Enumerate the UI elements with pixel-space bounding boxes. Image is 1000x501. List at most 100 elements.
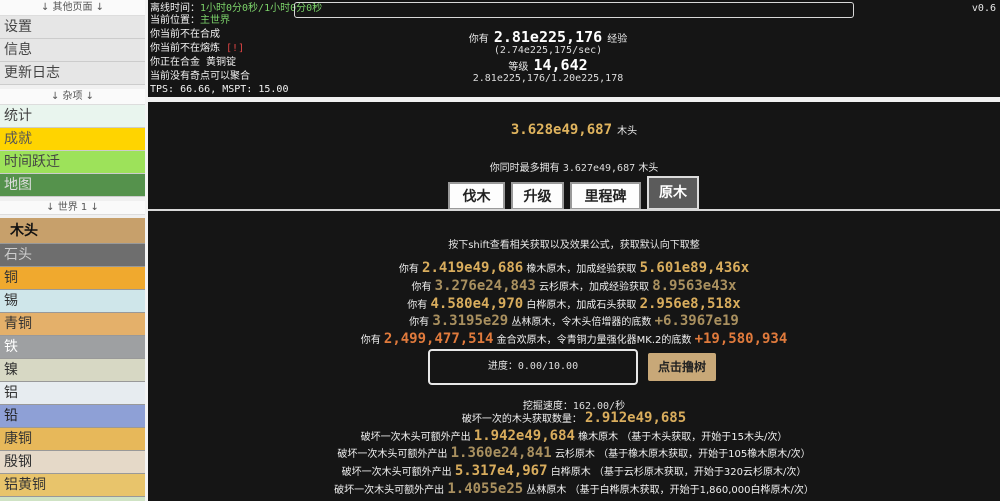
sidebar-item-resource[interactable]: 铝 — [0, 382, 145, 405]
tab-2[interactable]: 里程碑 — [570, 182, 641, 210]
location-value: 主世界 — [200, 15, 230, 26]
xp-progress: 2.81e225,176/1.20e225,178 — [472, 73, 624, 84]
wood-max-line: 你同时最多拥有 3.627e49,687 木头 — [148, 159, 1000, 174]
level-value: 14,642 — [533, 56, 588, 74]
extra-prefix: 破坏一次木头可额外产出 — [337, 449, 448, 460]
tps-readout: TPS: 66.66, MSPT: 15.00 — [150, 84, 289, 95]
break-yield-line: 破坏一次的木头获取数量： 2.912e49,685 — [148, 410, 1000, 426]
sidebar-item-misc[interactable]: 成就 — [0, 128, 145, 151]
sidebar-item-resource[interactable]: 铅 — [0, 405, 145, 428]
sidebar-item-misc[interactable]: 地图 — [0, 174, 145, 197]
sidebar-item-resource[interactable]: 铝黄铜 — [0, 474, 145, 497]
wood-max-prefix: 你同时最多拥有 — [489, 163, 560, 174]
level-label: 等级 — [508, 62, 529, 73]
sidebar-item-resource[interactable]: 殷钢 — [0, 451, 145, 474]
offline-progress-bar — [294, 2, 854, 18]
sidebar-item-resource[interactable]: 铜 — [0, 267, 145, 290]
log-prefix: 你有 — [407, 300, 428, 311]
sidebar-item-page[interactable]: 更新日志 — [0, 62, 145, 85]
log-prefix: 你有 — [411, 282, 432, 293]
sidebar-item-page[interactable]: 设置 — [0, 16, 145, 39]
wood-unit: 木头 — [617, 126, 638, 137]
log-amount: 2,499,477,514 — [383, 331, 494, 347]
log-prefix: 你有 — [398, 264, 419, 275]
level-line: 等级 14,642 — [398, 55, 698, 74]
extra-unit: 丛林原木 — [526, 485, 567, 496]
status-panel: 离线时间：1小时0分0秒/1小时0分0秒 v0.6 当前位置：主世界 你当前不在… — [148, 0, 1000, 98]
extra-unit: 云杉原木 — [554, 449, 595, 460]
sidebar-item-resource[interactable] — [0, 497, 145, 501]
log-row: 你有 4.580e4,970 白桦原木，加成石头获取 2.956e8,518x — [148, 296, 1000, 312]
sidebar-item-page[interactable]: 信息 — [0, 39, 145, 62]
extra-output-row: 破坏一次木头可额外产出 1.360e24,841 云杉原木 （基于橡木原木获取，… — [148, 445, 1000, 461]
sidebar-item-resource[interactable]: 镍 — [0, 359, 145, 382]
xp-prefix: 你有 — [468, 34, 489, 45]
log-effect: 5.601e89,436x — [639, 260, 750, 276]
smelt-status-text: 你当前不在熔炼 — [150, 43, 220, 54]
world-header: ↓ 世界 1 ↓ — [0, 201, 145, 215]
log-amount: 3.3195e29 — [432, 313, 509, 329]
extra-output-row: 破坏一次木头可额外产出 1.942e49,684 橡木原木 （基于木头获取，开始… — [148, 428, 1000, 444]
wood-max-amount: 3.627e49,687 — [562, 163, 636, 174]
sidebar-item-resource[interactable]: 青铜 — [0, 313, 145, 336]
chop-progress-value: 0.00/10.00 — [517, 361, 579, 372]
log-row: 你有 2,499,477,514 金合欢原木，令青铜力量强化器MK.2的底数 +… — [148, 331, 1000, 347]
sidebar-item-resource[interactable]: 木头 — [0, 218, 145, 244]
sidebar: ↓ 其他页面 ↓ 设置 信息 更新日志 ↓ 杂项 ↓ 统计 成就 时间跃迁 地图 ↓ 世界… — [0, 0, 145, 501]
sidebar-item-resource[interactable]: 康铜 — [0, 428, 145, 451]
tab-0[interactable]: 伐木 — [448, 182, 505, 210]
log-amount: 4.580e4,970 — [430, 296, 524, 312]
alloying-label: 你正在合金 — [150, 57, 200, 68]
xp-line: 你有 2.81e225,176 经验 — [398, 27, 698, 46]
tab-3[interactable]: 原木 — [647, 176, 699, 210]
sidebar-item-resource[interactable]: 锡 — [0, 290, 145, 313]
singularity-status: 当前没有奇点可以聚合 — [150, 71, 250, 82]
chop-progress-bar: 进度：0.00/10.00 — [428, 349, 638, 385]
chop-tree-button[interactable]: 点击撸树 — [648, 353, 716, 381]
xp-suffix: 经验 — [607, 34, 628, 45]
extra-amount: 1.4055e25 — [447, 481, 524, 497]
wood-amount: 3.628e49,687 — [510, 122, 613, 138]
log-row: 你有 2.419e49,686 橡木原木，加成经验获取 5.601e89,436… — [148, 260, 1000, 276]
smelt-warning[interactable]: [!] — [226, 43, 244, 54]
misc-header: ↓ 杂项 ↓ — [0, 89, 145, 105]
wood-max-unit: 木头 — [638, 163, 659, 174]
main-panel: 离线时间：1小时0分0秒/1小时0分0秒 v0.6 当前位置：主世界 你当前不在… — [148, 0, 1000, 501]
version-label: v0.6 — [971, 3, 996, 14]
tab-1[interactable]: 升级 — [511, 182, 564, 210]
log-description: 白桦原木，加成石头获取 — [526, 300, 637, 311]
chop-progress-label: 进度： — [487, 361, 518, 372]
log-effect: +6.3967e19 — [654, 313, 739, 329]
wood-amount-line: 3.628e49,687 木头 — [148, 119, 1000, 138]
top-separator — [148, 97, 1000, 102]
sidebar-item-misc[interactable]: 统计 — [0, 105, 145, 128]
extra-unit: 橡木原木 — [578, 432, 619, 443]
log-effect: 8.9563e43x — [652, 278, 737, 294]
extra-note: （基于白桦原木获取，开始于1,860,000白桦原木/次） — [569, 485, 814, 496]
alloying-value: 黄铜锭 — [206, 57, 237, 68]
log-description: 云杉原木，加成经验获取 — [539, 282, 650, 293]
log-description: 金合欢原木，令青铜力量强化器MK.2的底数 — [496, 335, 692, 346]
log-effect: 2.956e8,518x — [639, 296, 741, 312]
log-amount: 2.419e49,686 — [422, 260, 524, 276]
log-effect: +19,580,934 — [694, 331, 788, 347]
log-description: 丛林原木，令木头倍增器的底数 — [511, 317, 652, 328]
current-location: 当前位置：主世界 — [150, 15, 230, 27]
location-label: 当前位置： — [150, 15, 200, 26]
break-yield-label: 破坏一次的木头获取数量： — [461, 414, 582, 425]
extra-note: （基于木头获取，开始于15木头/次） — [621, 432, 788, 443]
extra-note: （基于橡木原木获取，开始于105橡木原木/次） — [598, 449, 811, 460]
xp-amount: 2.81e225,176 — [493, 28, 603, 46]
extra-amount: 5.317e4,967 — [454, 463, 548, 479]
extra-note: （基于云杉原木获取，开始于320云杉原木/次） — [593, 467, 807, 478]
log-prefix: 你有 — [409, 317, 430, 328]
log-row: 你有 3.276e24,843 云杉原木，加成经验获取 8.9563e43x — [148, 278, 1000, 294]
sidebar-item-misc[interactable]: 时间跃迁 — [0, 151, 145, 174]
smelt-status: 你当前不在熔炼 [!] — [150, 43, 244, 55]
other-pages-header: ↓ 其他页面 ↓ — [0, 0, 145, 16]
break-yield-value: 2.912e49,685 — [585, 410, 687, 426]
sidebar-item-resource[interactable]: 铁 — [0, 336, 145, 359]
sidebar-item-resource[interactable]: 石头 — [0, 244, 145, 267]
extra-output-row: 破坏一次木头可额外产出 5.317e4,967 白桦原木 （基于云杉原木获取，开… — [148, 463, 1000, 479]
offline-label: 离线时间： — [150, 3, 200, 14]
